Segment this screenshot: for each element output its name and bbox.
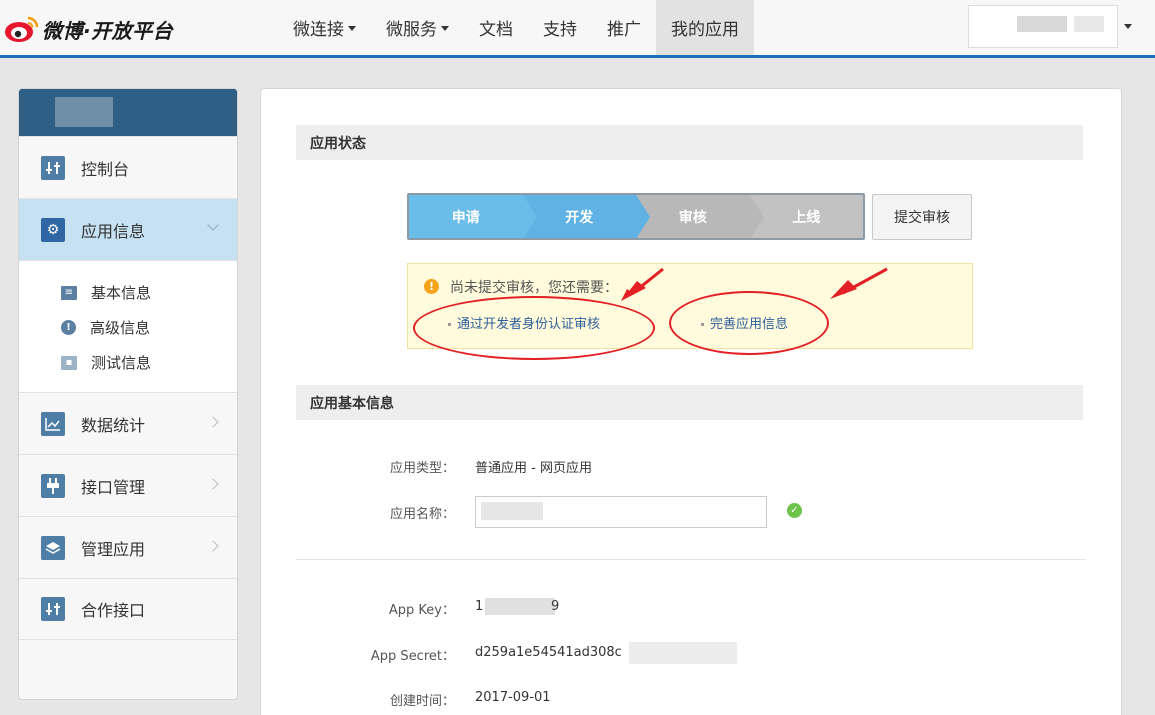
sidebar-item-partner-api[interactable]: 合作接口 — [19, 578, 237, 640]
sidebar-submenu: ≡ 基本信息 ! 高级信息 ▪ 测试信息 — [19, 260, 237, 392]
sidebar-subitem-label: 高级信息 — [90, 319, 151, 337]
app-type-value: 普通应用 - 网页应用 — [475, 461, 592, 476]
chevron-down-icon — [207, 219, 219, 231]
sidebar-item-label: 管理应用 — [81, 539, 146, 559]
caret-down-icon[interactable] — [1124, 24, 1132, 29]
sidebar-subitem-test-info[interactable]: ▪ 测试信息 — [61, 345, 237, 380]
sidebar-subitem-advanced-info[interactable]: ! 高级信息 — [61, 310, 237, 345]
divider — [296, 559, 1086, 560]
sidebar-item-label: 控制台 — [81, 159, 130, 179]
chevron-right-icon — [207, 540, 219, 552]
sliders-icon — [41, 155, 65, 180]
brand-name: 微博·开放平台 — [42, 18, 174, 43]
app-name-label: 应用名称： — [389, 507, 455, 522]
id-card-icon: ▪ — [61, 355, 77, 370]
layers-icon — [41, 535, 65, 560]
chevron-right-icon — [207, 478, 219, 490]
sidebar-item-statistics[interactable]: 数据统计 — [19, 392, 237, 454]
nav-label: 我的应用 — [671, 20, 739, 40]
app-name-input[interactable] — [475, 496, 767, 528]
line-chart-icon — [41, 411, 65, 436]
sidebar: 控制台 ⚙ 应用信息 ≡ 基本信息 ! 高级信息 ▪ 测试信息 数据统计 接口管… — [18, 88, 238, 700]
app-key-label: App Key： — [388, 603, 455, 618]
app-secret-value: d259a1e54541ad308c — [475, 645, 622, 660]
gear-icon: ⚙ — [41, 217, 65, 242]
step-arrow — [522, 195, 537, 238]
sidebar-item-label: 应用信息 — [81, 221, 146, 241]
nav-item-docs[interactable]: 文档 — [464, 0, 528, 55]
user-name-redacted — [1017, 16, 1067, 32]
app-name-redacted — [55, 97, 113, 127]
weibo-eye-icon — [5, 16, 39, 42]
sidebar-subitem-label: 基本信息 — [91, 284, 152, 302]
plug-icon — [41, 473, 65, 498]
app-key-value-suffix: 9 — [551, 599, 560, 614]
nav-item-weilianjie[interactable]: 微连接 — [278, 0, 371, 55]
sliders-icon — [41, 597, 65, 621]
app-secret-label: App Secret： — [370, 649, 455, 664]
nav-item-my-apps[interactable]: 我的应用 — [656, 0, 754, 55]
main-nav: 微连接 微服务 文档 支持 推广 我的应用 — [278, 0, 754, 55]
nav-label: 微连接 — [293, 20, 344, 40]
brand-logo[interactable]: 微博·开放平台 — [4, 12, 173, 46]
section-title: 应用基本信息 — [310, 395, 394, 412]
top-navbar: 微博·开放平台 微连接 微服务 文档 支持 推广 我的应用 — [0, 0, 1155, 58]
info-icon: ! — [61, 320, 76, 335]
app-secret-redacted — [629, 642, 737, 664]
section-header-app-basic-info: 应用基本信息 — [296, 385, 1083, 420]
user-name-redacted — [1074, 16, 1104, 32]
chevron-right-icon — [207, 416, 219, 428]
sidebar-subitem-label: 测试信息 — [91, 354, 152, 372]
check-circle-icon: ✓ — [787, 503, 802, 518]
step-arrow — [749, 195, 764, 238]
nav-label: 支持 — [543, 20, 577, 40]
sidebar-item-label: 数据统计 — [81, 415, 146, 435]
app-header — [19, 89, 237, 136]
caret-down-icon — [348, 26, 356, 31]
app-name-redacted — [481, 502, 543, 520]
step-arrow — [636, 195, 650, 238]
nav-item-support[interactable]: 支持 — [528, 0, 592, 55]
card-icon: ≡ — [61, 285, 77, 300]
sidebar-item-app-info[interactable]: ⚙ 应用信息 — [19, 198, 237, 260]
sidebar-item-manage-apps[interactable]: 管理应用 — [19, 516, 237, 578]
annotation-arrows — [621, 267, 888, 301]
user-account-menu[interactable] — [968, 5, 1118, 48]
app-type-label: 应用类型： — [389, 461, 455, 476]
nav-item-promotion[interactable]: 推广 — [592, 0, 656, 55]
nav-label: 推广 — [607, 20, 641, 40]
caret-down-icon — [441, 26, 449, 31]
nav-item-weifuwu[interactable]: 微服务 — [371, 0, 464, 55]
sidebar-item-console[interactable]: 控制台 — [19, 136, 237, 198]
sidebar-subitem-basic-info[interactable]: ≡ 基本信息 — [61, 275, 237, 310]
app-key-value-prefix: 1 — [475, 599, 484, 614]
sidebar-item-api-management[interactable]: 接口管理 — [19, 454, 237, 516]
sidebar-item-label: 合作接口 — [81, 601, 146, 620]
created-date-label: 创建时间： — [389, 694, 455, 709]
sidebar-item-label: 接口管理 — [81, 477, 146, 497]
main-panel: 应用状态 申请 开发 审核 上线 提交审核 ! 尚未提交审核，您还需要： 通过开… — [260, 88, 1122, 715]
nav-label: 微服务 — [386, 20, 437, 40]
nav-label: 文档 — [479, 20, 513, 40]
created-date-value: 2017-09-01 — [475, 690, 551, 705]
app-key-redacted — [485, 598, 555, 615]
